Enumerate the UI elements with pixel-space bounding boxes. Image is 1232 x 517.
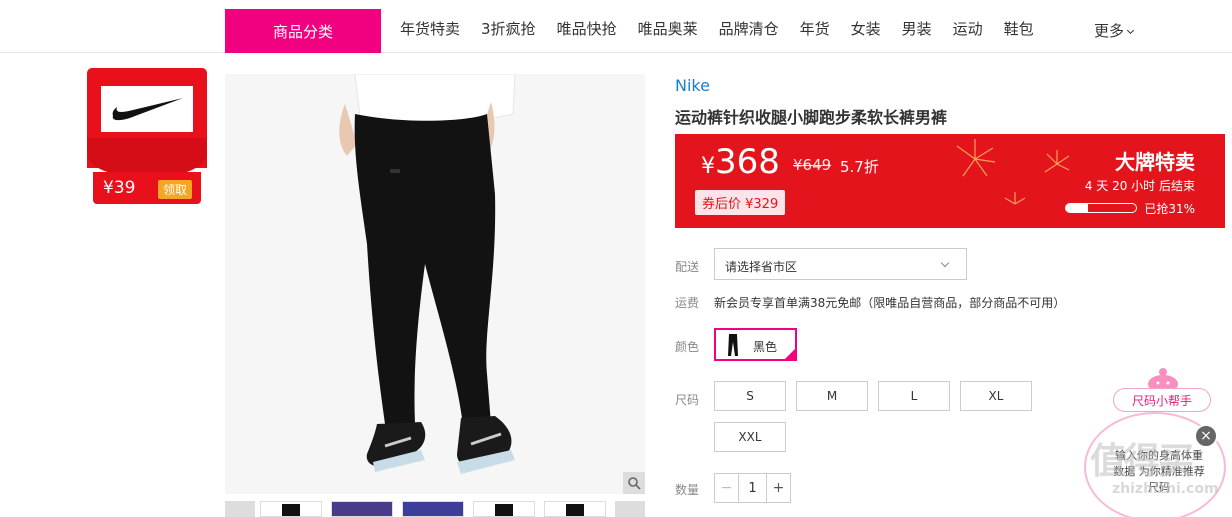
thumbnail[interactable]	[260, 501, 322, 517]
nav-link-outlet[interactable]: 唯品奥莱	[638, 18, 698, 39]
sold-progress-fill	[1066, 204, 1088, 212]
delivery-label: 配送	[675, 260, 700, 274]
nav-more-label: 更多	[1094, 22, 1125, 40]
thumb-next-button[interactable]	[615, 501, 645, 517]
thumbnail[interactable]	[473, 501, 535, 517]
nav-link-women[interactable]: 女装	[851, 18, 881, 39]
thumbnail[interactable]	[544, 501, 606, 517]
nav-link-clearance[interactable]: 品牌清仓	[719, 18, 779, 39]
size-option-l[interactable]: L	[878, 381, 950, 411]
nav-link-new-year-sale[interactable]: 年货特卖	[400, 18, 460, 39]
size-label: 尺码	[675, 393, 700, 407]
thumbnail[interactable]	[331, 501, 393, 517]
brand-link[interactable]: Nike	[675, 76, 710, 95]
selected-check-icon	[783, 347, 797, 361]
color-option-black[interactable]: 黑色	[714, 328, 797, 361]
nike-logo	[101, 86, 193, 132]
pants-photo	[225, 74, 645, 494]
size-helper-text: 输入你的身高体重数据 为你精准推荐尺码	[1113, 449, 1205, 494]
swoosh-icon	[112, 98, 183, 121]
magnifier-icon	[628, 477, 641, 490]
sold-percent: 已抢31%	[1144, 202, 1195, 216]
size-option-xl[interactable]: XL	[960, 381, 1032, 411]
after-coupon-price: 券后价 ¥329	[695, 190, 786, 215]
price-panel: ¥368 ¥649 5.7折 券后价 ¥329 大牌特卖 4 天 20 小时 后…	[675, 134, 1225, 228]
thumbnail-strip	[225, 499, 645, 517]
category-menu-button[interactable]: 商品分类	[225, 9, 381, 53]
region-select-value: 请选择省市区	[725, 260, 798, 274]
size-option-s[interactable]: S	[714, 381, 786, 411]
color-option-label: 黑色	[753, 340, 778, 354]
discount-rate: 5.7折	[840, 158, 879, 176]
quantity-stepper: − 1 +	[714, 473, 791, 503]
original-price: ¥649	[793, 156, 832, 174]
product-main-image[interactable]	[225, 74, 645, 494]
nav-links: 年货特卖 3折疯抢 唯品快抢 唯品奥莱 品牌清仓 年货 女装 男装 运动 鞋包	[400, 18, 1055, 39]
nav-link-flash-sale[interactable]: 唯品快抢	[557, 18, 617, 39]
nav-link-men[interactable]: 男装	[902, 18, 932, 39]
sold-progress-bar	[1065, 203, 1137, 213]
thumb-prev-button[interactable]	[225, 501, 255, 517]
quantity-label: 数量	[675, 483, 700, 497]
size-option-m[interactable]: M	[796, 381, 868, 411]
quantity-decrease-button[interactable]: −	[715, 474, 739, 502]
current-price-value: 368	[715, 142, 780, 182]
color-swatch-thumbnail	[720, 332, 746, 358]
current-price: ¥368	[701, 142, 780, 182]
nav-more-dropdown[interactable]: 更多	[1094, 20, 1135, 41]
brand-coupon-badge[interactable]: ¥39 领取	[87, 68, 207, 206]
chevron-down-icon	[1126, 26, 1135, 35]
thumbnail[interactable]	[402, 501, 464, 517]
top-navigation: 商品分类 年货特卖 3折疯抢 唯品快抢 唯品奥莱 品牌清仓 年货 女装 男装 运…	[0, 0, 1232, 53]
chevron-down-icon	[940, 258, 950, 268]
nav-link-new-year-goods[interactable]: 年货	[800, 18, 830, 39]
countdown-text: 4 天 20 小时 后结束	[1084, 179, 1195, 193]
coupon-amount: ¥39	[103, 178, 136, 198]
quantity-input[interactable]: 1	[739, 474, 766, 502]
size-helper-button[interactable]: 尺码小帮手	[1113, 388, 1211, 412]
region-select[interactable]: 请选择省市区	[714, 248, 967, 280]
coupon-bottom: ¥39 领取	[93, 172, 201, 204]
close-icon[interactable]: ×	[1194, 424, 1218, 448]
nav-link-shoes-bags[interactable]: 鞋包	[1004, 18, 1034, 39]
coupon-claim-button[interactable]: 领取	[157, 180, 192, 199]
product-title: 运动裤针织收腿小脚跑步柔软长裤男裤	[675, 108, 948, 127]
currency-symbol: ¥	[701, 154, 715, 179]
nav-link-sports[interactable]: 运动	[953, 18, 983, 39]
color-label: 颜色	[675, 340, 700, 354]
size-option-xxl[interactable]: XXL	[714, 422, 786, 452]
zoom-button[interactable]	[623, 472, 645, 494]
nav-link-30-percent[interactable]: 3折疯抢	[481, 18, 536, 39]
quantity-increase-button[interactable]: +	[766, 474, 790, 502]
shipping-label: 运费	[675, 296, 700, 310]
shipping-info: 新会员专享首单满38元免邮（限唯品自营商品，部分商品不可用）	[714, 296, 1066, 310]
promo-title: 大牌特卖	[1115, 150, 1195, 174]
pants-icon	[728, 334, 738, 356]
